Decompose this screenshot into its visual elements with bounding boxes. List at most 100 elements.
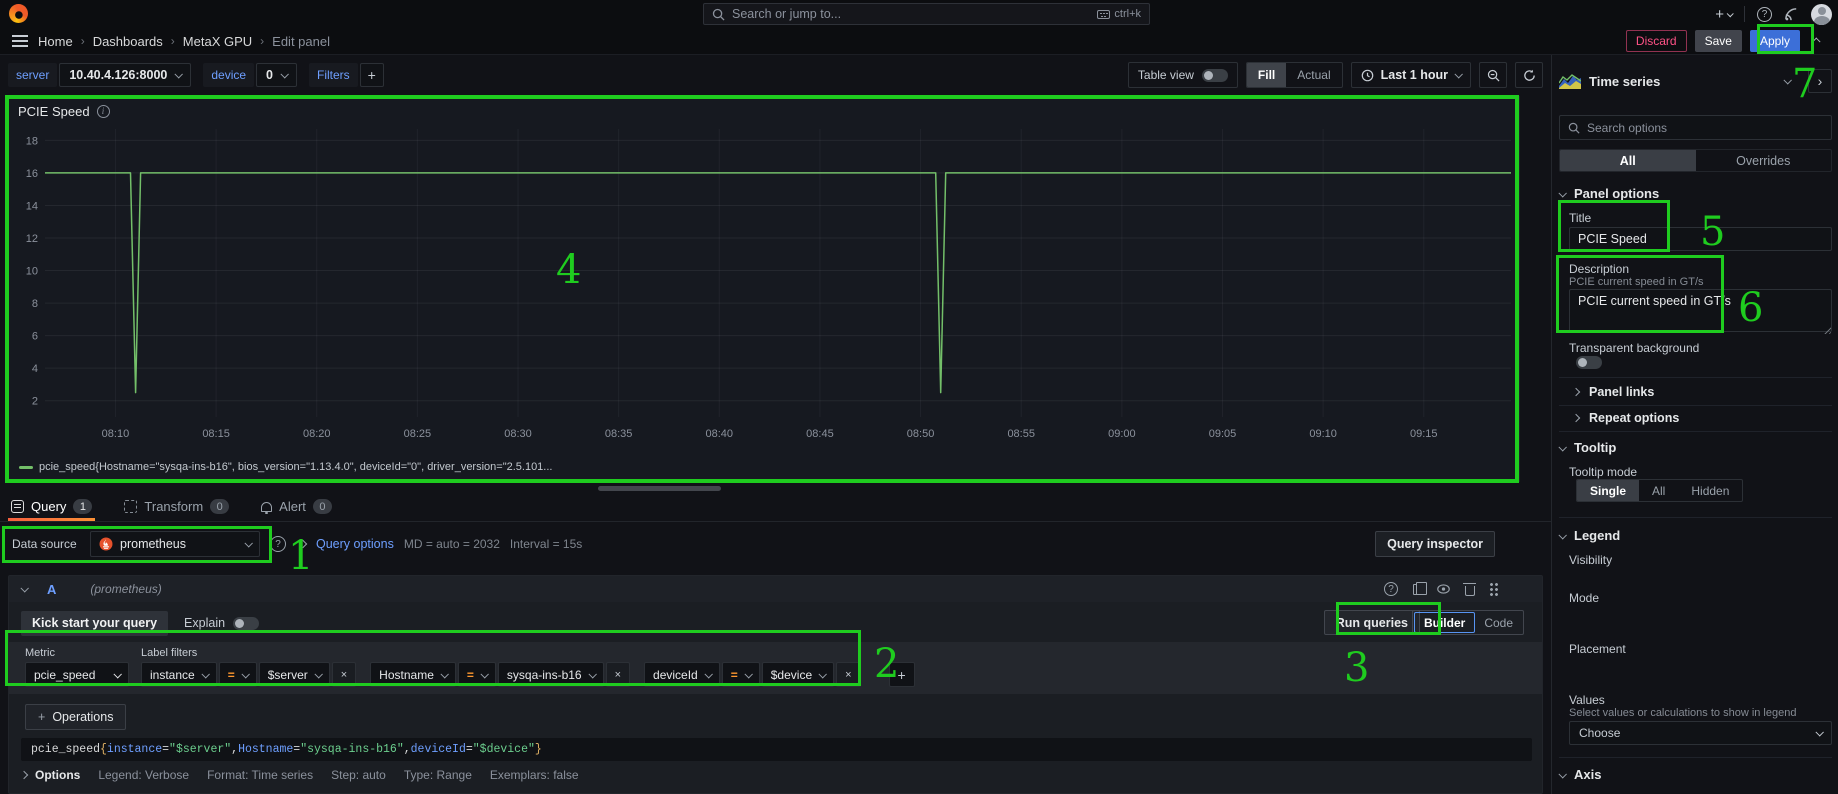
- filter-key-select[interactable]: Hostname: [370, 662, 456, 687]
- tooltip-mode-all[interactable]: All: [1639, 480, 1678, 501]
- breadcrumb-bar: Home›Dashboards›MetaX GPU›Edit panel Dis…: [0, 28, 1838, 55]
- panel-title-input[interactable]: [1569, 227, 1832, 251]
- tooltip-mode-single[interactable]: Single: [1577, 480, 1639, 501]
- visualization-picker[interactable]: Time series ›: [1559, 67, 1832, 95]
- chevron-right-icon[interactable]: [299, 540, 307, 548]
- filter-remove-button[interactable]: ×: [332, 662, 356, 687]
- chevron-down-icon[interactable]: [20, 584, 28, 592]
- filter-operator-select[interactable]: =: [722, 662, 760, 687]
- discard-button[interactable]: Discard: [1626, 30, 1687, 52]
- breadcrumb-item-metax-gpu[interactable]: MetaX GPU: [183, 34, 252, 49]
- filter-value-select[interactable]: sysqa-ins-b16: [498, 662, 604, 687]
- chart-legend[interactable]: pcie_speed{Hostname="sysqa-ins-b16", bio…: [19, 461, 552, 473]
- menu-icon[interactable]: [12, 35, 28, 47]
- tab-overrides[interactable]: Overrides: [1696, 150, 1832, 171]
- hide-query-icon[interactable]: [1437, 583, 1450, 596]
- placement-label: Placement: [1569, 642, 1838, 656]
- section-legend[interactable]: Legend: [1559, 528, 1832, 543]
- add-operations-button[interactable]: + Operations: [25, 704, 126, 730]
- save-button[interactable]: Save: [1695, 30, 1742, 52]
- table-view-toggle[interactable]: [1202, 69, 1228, 82]
- user-avatar[interactable]: [1811, 4, 1832, 25]
- add-menu-button[interactable]: +: [1715, 6, 1732, 23]
- section-axis[interactable]: Axis: [1559, 767, 1832, 782]
- panel-description-textarea[interactable]: PCIE current speed in GT/s: [1569, 289, 1832, 332]
- query-datasource-hint: (prometheus): [90, 582, 161, 596]
- collapse-icon[interactable]: [1812, 37, 1820, 45]
- query-editor-card: A (prometheus) ? Kick start your query E…: [8, 575, 1543, 794]
- builder-option[interactable]: Builder: [1414, 612, 1475, 633]
- datasource-select[interactable]: prometheus: [90, 531, 260, 557]
- tab-transform[interactable]: Transform 0: [121, 494, 232, 519]
- collapse-pane-button[interactable]: ›: [1808, 69, 1832, 93]
- duplicate-query-icon[interactable]: [1411, 583, 1424, 596]
- tab-query[interactable]: Query 1: [8, 494, 95, 519]
- breadcrumb-item-dashboards[interactable]: Dashboards: [93, 34, 163, 49]
- expr-token: "$server": [169, 743, 231, 756]
- variable-device-select[interactable]: 0: [256, 63, 297, 87]
- filter-key-select[interactable]: instance: [141, 662, 217, 687]
- editor-tabs: Query 1 Transform 0 Alert 0: [0, 494, 1551, 522]
- fill-option[interactable]: Fill: [1247, 63, 1286, 87]
- filter-value-select[interactable]: $device: [762, 662, 834, 687]
- expr-token: {: [100, 743, 107, 756]
- time-series-chart[interactable]: 2468101214161808:1008:1508:2008:2508:300…: [15, 121, 1515, 461]
- code-option[interactable]: Code: [1475, 616, 1522, 630]
- transparent-background-toggle[interactable]: [1576, 356, 1602, 369]
- svg-text:08:10: 08:10: [102, 428, 130, 440]
- label-filters: instance=$server×Hostname=sysqa-ins-b16×…: [141, 662, 915, 687]
- expr-token: =: [293, 743, 300, 756]
- drag-handle-icon[interactable]: [1489, 582, 1499, 596]
- filter-remove-button[interactable]: ×: [836, 662, 860, 687]
- time-range-picker[interactable]: Last 1 hour: [1351, 62, 1471, 88]
- global-search-input[interactable]: Search or jump to... ctrl+k: [703, 3, 1150, 25]
- expr-token: }: [535, 743, 542, 756]
- chevron-right-icon: [1572, 388, 1580, 396]
- filter-key-select[interactable]: deviceId: [644, 662, 720, 687]
- panel-links-section[interactable]: Panel links: [1573, 385, 1838, 399]
- kick-start-query-button[interactable]: Kick start your query: [21, 611, 168, 636]
- apply-button[interactable]: Apply: [1750, 30, 1800, 52]
- values-label: Values: [1569, 693, 1838, 707]
- filter-operator-select[interactable]: =: [219, 662, 257, 687]
- search-options-input[interactable]: Search options: [1559, 115, 1832, 140]
- zoom-out-button[interactable]: [1479, 62, 1507, 88]
- help-icon[interactable]: ?: [1757, 7, 1772, 22]
- legend-values-select[interactable]: Choose: [1569, 721, 1832, 745]
- svg-text:09:05: 09:05: [1209, 428, 1237, 440]
- query-inspector-button[interactable]: Query inspector: [1375, 531, 1495, 557]
- metric-select[interactable]: pcie_speed: [25, 662, 129, 687]
- datasource-help-icon[interactable]: ?: [270, 536, 286, 552]
- run-queries-button[interactable]: Run queries: [1324, 610, 1420, 635]
- info-icon[interactable]: i: [97, 105, 110, 118]
- section-panel-options[interactable]: Panel options: [1559, 186, 1832, 201]
- news-icon[interactable]: [1784, 7, 1799, 22]
- section-tooltip[interactable]: Tooltip: [1559, 440, 1832, 455]
- chevron-down-icon: [819, 670, 827, 678]
- query-options-link[interactable]: Query options: [316, 537, 394, 551]
- variable-server-select[interactable]: 10.40.4.126:8000: [59, 63, 191, 87]
- filter-operator-select[interactable]: =: [458, 662, 496, 687]
- add-filter-button[interactable]: +: [360, 63, 384, 87]
- tab-alert[interactable]: Alert 0: [258, 494, 335, 519]
- query-help-icon[interactable]: ?: [1384, 582, 1398, 596]
- tab-all[interactable]: All: [1560, 150, 1696, 171]
- refresh-button[interactable]: [1515, 62, 1543, 88]
- chevron-down-icon[interactable]: [1783, 76, 1791, 84]
- query-row-header[interactable]: A (prometheus) ?: [9, 576, 1542, 602]
- explain-toggle[interactable]: [233, 617, 259, 630]
- breadcrumb-item-home[interactable]: Home: [38, 34, 73, 49]
- clock-icon: [1361, 69, 1374, 82]
- expr-token: pcie_speed: [31, 743, 100, 756]
- filter-remove-button[interactable]: ×: [606, 662, 630, 687]
- actual-option[interactable]: Actual: [1286, 63, 1341, 87]
- add-label-filter-button[interactable]: +: [889, 662, 915, 687]
- shortcut-badge: ctrl+k: [1097, 8, 1141, 20]
- filter-value-select[interactable]: $server: [259, 662, 330, 687]
- options-collapse[interactable]: Options: [21, 768, 80, 782]
- repeat-options-section[interactable]: Repeat options: [1573, 411, 1838, 425]
- grafana-logo-icon[interactable]: [9, 4, 28, 23]
- delete-query-icon[interactable]: [1463, 583, 1476, 596]
- pane-resize-handle[interactable]: [598, 486, 721, 491]
- tooltip-mode-hidden[interactable]: Hidden: [1678, 480, 1742, 501]
